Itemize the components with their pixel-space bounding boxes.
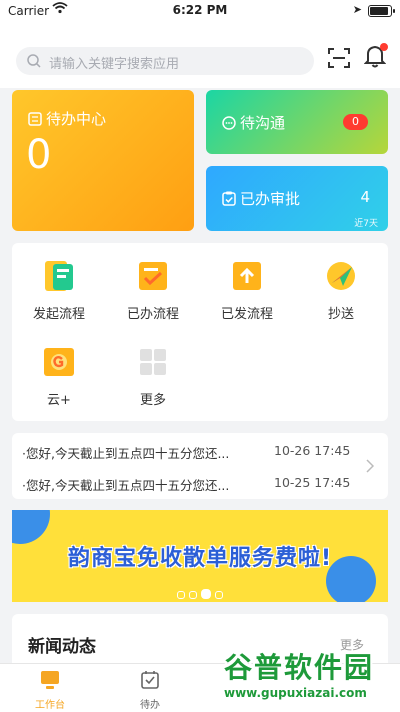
cloud-plus-icon xyxy=(42,345,76,379)
tab-todo[interactable]: 待办 xyxy=(120,670,180,711)
chat-icon xyxy=(222,116,236,134)
notice-date: 10-25 17:45 xyxy=(274,475,351,490)
todo-center-card[interactable]: 待办中心 0 xyxy=(12,90,194,231)
notice-list[interactable]: ·您好,今天截止到五点四十五分您还... 10-26 17:45 ·您好,今天截… xyxy=(12,433,388,499)
search-placeholder: 请输入关键字搜索应用 xyxy=(49,57,180,72)
app-label: 发起流程 xyxy=(32,307,85,322)
chevron-right-icon xyxy=(366,458,375,477)
notice-date: 10-26 17:45 xyxy=(274,443,351,458)
pending-communication-title: 待沟通 xyxy=(240,114,286,132)
app-start-process[interactable]: 发起流程 xyxy=(12,259,106,322)
app-sent-process[interactable]: 已发流程 xyxy=(200,259,294,322)
approved-card[interactable]: 已办审批 4 近7天 xyxy=(206,166,388,231)
approved-title-row: 已办审批 xyxy=(222,188,300,210)
app-cc[interactable]: 抄送 xyxy=(294,259,388,322)
workbench-icon xyxy=(20,670,80,693)
todo-center-title: 待办中心 xyxy=(46,110,107,128)
sent-process-icon xyxy=(230,259,264,293)
search-input[interactable]: 请输入关键字搜索应用 xyxy=(16,47,314,75)
watermark-url: www.gupuxiazai.com xyxy=(224,686,367,700)
app-label: 已发流程 xyxy=(220,307,273,322)
todo-icon xyxy=(28,112,42,130)
approved-title: 已办审批 xyxy=(240,190,301,208)
app-label: 云+ xyxy=(47,393,71,408)
banner-decoration xyxy=(12,510,50,544)
app-cloud-plus[interactable]: 云+ xyxy=(12,345,106,408)
watermark: 谷普软件园 www.gupuxiazai.com xyxy=(210,646,400,711)
carousel-indicator[interactable] xyxy=(12,584,388,602)
approved-period: 近7天 xyxy=(354,219,378,229)
app-label: 抄送 xyxy=(327,307,354,322)
watermark-main: 谷普软件园 xyxy=(224,651,375,684)
search-icon xyxy=(26,53,42,73)
pending-communication-title-row: 待沟通 xyxy=(222,112,285,134)
app-label: 更多 xyxy=(139,393,166,408)
banner-text: 韵商宝免收散单服务费啦! xyxy=(67,546,333,571)
pending-communication-card[interactable]: 待沟通 0 xyxy=(206,90,388,154)
approved-count: 4 xyxy=(360,188,370,206)
promo-banner[interactable]: 韵商宝免收散单服务费啦! xyxy=(12,510,388,602)
clipboard-check-icon xyxy=(222,191,236,210)
notification-bell-icon[interactable] xyxy=(363,43,388,72)
todo-count: 0 xyxy=(26,132,52,178)
clock: 6:22 PM xyxy=(172,3,228,17)
notice-text: ·您好,今天截止到五点四十五分您还... xyxy=(22,446,230,461)
status-bar: Carrier 6:22 PM ➤ xyxy=(0,0,400,22)
notice-text: ·您好,今天截止到五点四十五分您还... xyxy=(22,478,230,493)
todo-center-title-row: 待办中心 xyxy=(28,108,106,130)
battery-icon xyxy=(368,5,395,17)
news-title: 新闻动态 xyxy=(28,637,96,657)
start-process-icon xyxy=(42,259,76,293)
carousel-dot[interactable] xyxy=(189,591,197,599)
tab-label: 待办 xyxy=(140,700,160,711)
cc-icon xyxy=(324,259,358,293)
carousel-dot[interactable] xyxy=(177,591,185,599)
app-more[interactable]: 更多 xyxy=(106,345,200,408)
more-grid-icon xyxy=(136,345,170,379)
app-grid: 发起流程 已办流程 已发流程 抄送 云+ 更多 xyxy=(12,243,388,421)
carousel-dot[interactable] xyxy=(215,591,223,599)
scan-icon[interactable] xyxy=(328,48,350,72)
app-label: 已办流程 xyxy=(126,307,179,322)
notification-dot xyxy=(380,43,388,51)
communication-badge: 0 xyxy=(343,114,368,130)
done-process-icon xyxy=(136,259,170,293)
location-arrow-icon: ➤ xyxy=(352,3,362,16)
app-done-process[interactable]: 已办流程 xyxy=(106,259,200,322)
carousel-dot-active[interactable] xyxy=(201,589,211,599)
tab-label: 工作台 xyxy=(35,700,65,711)
tab-workbench[interactable]: 工作台 xyxy=(20,670,80,711)
todo-tab-icon xyxy=(120,670,180,693)
